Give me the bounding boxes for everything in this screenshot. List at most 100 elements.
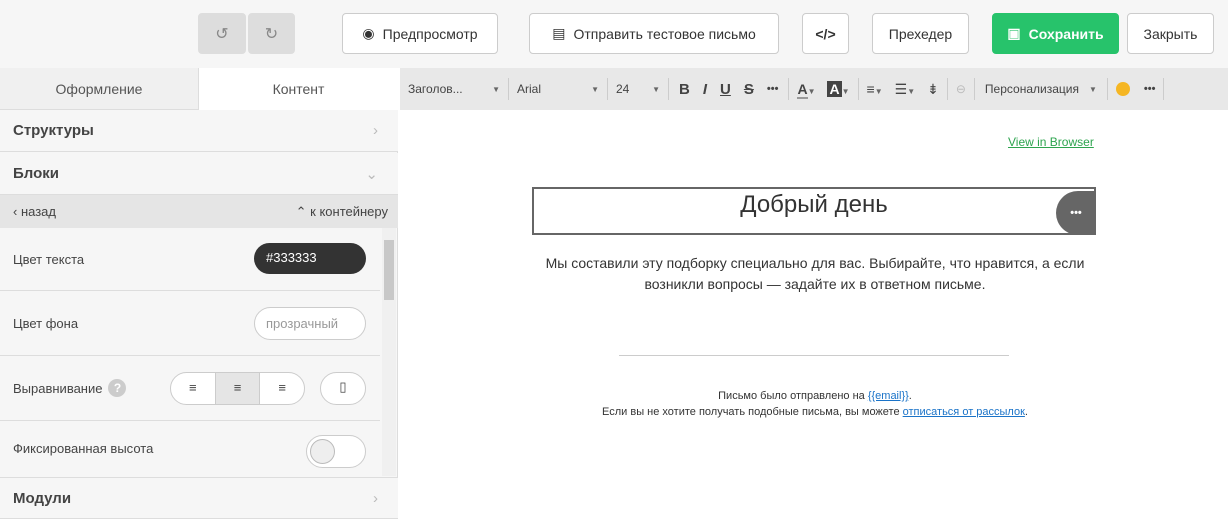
save-label: Сохранить: [1028, 25, 1104, 42]
code-icon: </>: [815, 25, 836, 42]
caret-icon: ▼: [652, 84, 660, 94]
alignment-group: ≡ ≡ ≡: [170, 372, 305, 405]
fixed-height-row: Фиксированная высота: [0, 421, 380, 476]
bg-color-picker[interactable]: прозрачный: [254, 307, 366, 340]
strikethrough-button[interactable]: S: [744, 81, 754, 98]
chevron-right-icon: ›: [373, 122, 378, 139]
email-canvas: View in Browser Добрый день ••• Мы соста…: [400, 110, 1228, 518]
mobile-toggle-button[interactable]: ▯: [320, 372, 366, 405]
chevron-down-icon: ⌄: [365, 165, 378, 183]
link-icon: ⊖: [955, 82, 966, 96]
caret-icon: ▼: [591, 84, 599, 94]
to-container-link[interactable]: ⌃ к контейнеру: [296, 204, 388, 220]
period: .: [908, 390, 912, 402]
block-options-button[interactable]: •••: [1056, 191, 1096, 235]
help-icon[interactable]: ?: [108, 379, 127, 397]
message-icon: ▤: [552, 25, 566, 41]
section-blocks[interactable]: Блоки ⌄: [0, 153, 398, 195]
send-test-button[interactable]: ▤ Отправить тестовое письмо: [529, 13, 779, 54]
email-tag-link[interactable]: {{email}}: [868, 390, 909, 402]
bg-color-button[interactable]: A ▼: [827, 81, 850, 97]
size-select[interactable]: 24 ▼: [608, 68, 668, 110]
close-label: Закрыть: [1143, 25, 1198, 42]
section-modules[interactable]: Модули ›: [0, 477, 398, 519]
tab-design[interactable]: Оформление: [0, 68, 199, 110]
bg-color-icon: A: [827, 81, 842, 97]
line-height-button[interactable]: ⇟: [927, 81, 939, 98]
to-container-label: к контейнеру: [310, 203, 388, 219]
top-bar: ↺ ↻ ◉ Предпросмотр ▤ Отправить тестовое пи…: [0, 0, 1228, 68]
structures-label: Структуры: [13, 122, 94, 139]
italic-button[interactable]: I: [703, 81, 707, 98]
back-label: назад: [20, 204, 56, 219]
section-structures[interactable]: Структуры ›: [0, 110, 398, 152]
code-button[interactable]: </>: [802, 13, 849, 54]
align-center-button[interactable]: ≡: [214, 373, 261, 404]
text-color-label: Цвет текста: [13, 251, 85, 267]
modules-label: Модули: [13, 489, 72, 507]
preview-label: Предпросмотр: [382, 25, 478, 42]
caret-icon: ▼: [1088, 84, 1097, 94]
format-select[interactable]: Заголов... ▼: [400, 68, 508, 110]
alignment-row: Выравнивание ? ≡ ≡ ≡ ▯: [0, 356, 380, 421]
redo-history-button[interactable]: ↻: [248, 13, 295, 54]
underline-button[interactable]: U: [720, 81, 731, 98]
preview-button[interactable]: ◉ Предпросмотр: [342, 13, 498, 54]
fixed-height-label: Фиксированная высота: [13, 441, 154, 456]
font-color-button[interactable]: A▼: [797, 81, 815, 99]
text-color-picker[interactable]: #333333: [254, 243, 366, 274]
bg-color-row: Цвет фона прозрачный: [0, 291, 380, 356]
history-back-icon: ↺: [215, 25, 229, 43]
emoji-icon[interactable]: [1115, 82, 1130, 96]
close-button[interactable]: Закрыть: [1127, 13, 1214, 54]
font-select[interactable]: Arial ▼: [509, 68, 607, 110]
eye-icon: ◉: [362, 25, 375, 41]
body-text[interactable]: Мы составили эту подборку специально для…: [540, 253, 1090, 295]
more-format-button[interactable]: •••: [767, 83, 779, 95]
text-color-value: #333333: [266, 250, 317, 265]
preheader-label: Прехедер: [888, 25, 953, 42]
preheader-button[interactable]: Прехедер: [872, 13, 969, 54]
undo-history-button[interactable]: ↺: [198, 13, 246, 54]
footer-line1: Письмо было отправлено на: [718, 390, 868, 402]
align-dropdown[interactable]: ≡▼: [867, 81, 883, 97]
footer-text: Письмо было отправлено на {{email}}. Есл…: [540, 388, 1090, 420]
settings-panel: Оформление Контент Структуры › Блоки ⌄ ‹ н…: [0, 68, 398, 519]
unsubscribe-link[interactable]: отписаться от рассылок: [903, 406, 1025, 418]
link-button[interactable]: ⊖: [948, 68, 974, 110]
list-dropdown[interactable]: ☰▼: [895, 81, 915, 98]
scrollbar[interactable]: [382, 228, 396, 476]
heading-text[interactable]: Добрый день: [740, 191, 887, 218]
back-link[interactable]: ‹ назад: [13, 204, 56, 219]
blocks-label: Блоки: [13, 165, 60, 182]
chevron-right-icon: ›: [373, 489, 378, 507]
caret-icon: ▼: [492, 84, 500, 94]
font-color-icon: A: [797, 81, 808, 99]
fixed-height-toggle[interactable]: [306, 435, 366, 468]
save-button[interactable]: ▣ Сохранить: [992, 13, 1119, 54]
personalization-label: Персонализация: [984, 82, 1079, 96]
editor-toolbar: Заголов... ▼ Arial ▼ 24 ▼ B I U S ••• A▼ A ▼…: [400, 68, 1228, 110]
more-icon: •••: [1070, 207, 1082, 219]
send-test-label: Отправить тестовое письмо: [573, 25, 756, 42]
font-value: Arial: [517, 82, 542, 96]
bg-color-value: прозрачный: [266, 316, 339, 331]
save-icon: ▣: [1007, 25, 1021, 41]
bold-button[interactable]: B: [679, 81, 690, 98]
view-in-browser-link[interactable]: View in Browser: [1008, 135, 1094, 149]
format-value: Заголов...: [408, 82, 463, 96]
personalization-select[interactable]: Персонализация ▼: [975, 68, 1107, 110]
tab-content[interactable]: Контент: [199, 68, 398, 110]
heading-block[interactable]: Добрый день •••: [532, 187, 1096, 235]
align-right-button[interactable]: ≡: [260, 373, 304, 404]
footer-line2: Если вы не хотите получать подобные пись…: [602, 406, 903, 418]
divider: [619, 355, 1009, 356]
history-forward-icon: ↻: [264, 25, 279, 43]
bg-color-label: Цвет фона: [13, 315, 79, 331]
text-color-row: Цвет текста #333333: [0, 228, 380, 291]
align-left-button[interactable]: ≡: [171, 373, 215, 404]
more-options-button[interactable]: •••: [1144, 83, 1156, 95]
alignment-label: Выравнивание: [13, 380, 103, 396]
size-value: 24: [616, 82, 630, 96]
period: .: [1024, 406, 1028, 418]
